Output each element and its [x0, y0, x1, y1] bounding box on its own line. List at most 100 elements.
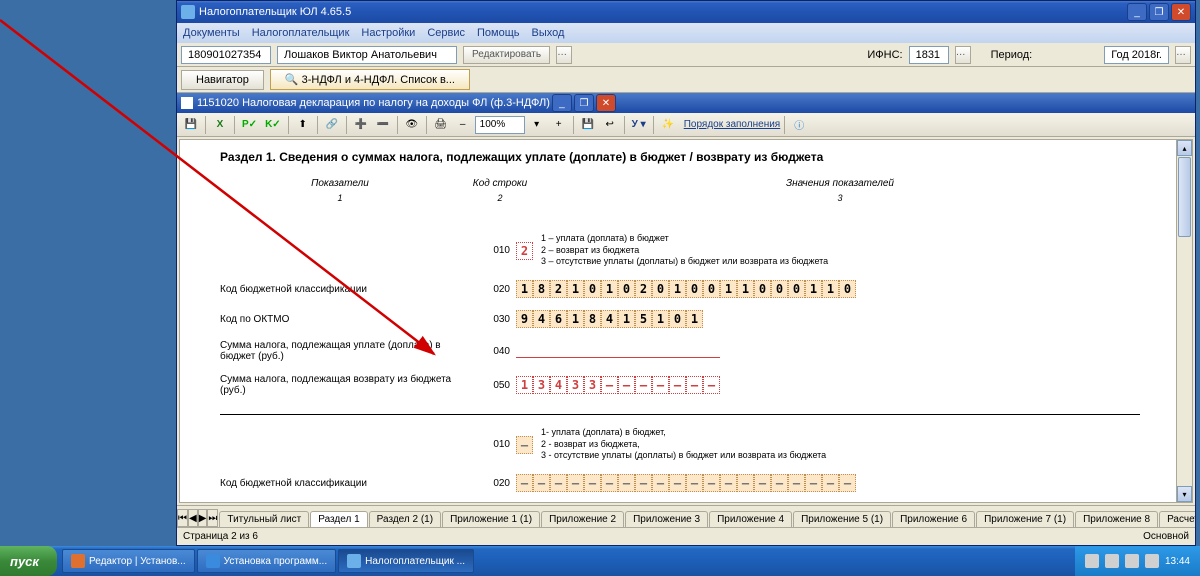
page-indicator: Страница 2 из 6	[183, 531, 258, 542]
row-legend: 1 – уплата (доплата) в бюджет2 – возврат…	[541, 233, 828, 268]
status-bar: Страница 2 из 6 Основной	[177, 527, 1195, 545]
page-tab[interactable]: Приложение 5 (1)	[793, 511, 891, 527]
doc-minimize[interactable]: _	[552, 94, 572, 112]
row-code: 020	[480, 284, 510, 295]
u-icon[interactable]: У ▾	[629, 115, 649, 135]
wand-icon[interactable]: ✨	[658, 115, 678, 135]
page-tab[interactable]: Приложение 1 (1)	[442, 511, 540, 527]
name-field: Лошаков Виктор Анатольевич	[277, 46, 457, 64]
menu-service[interactable]: Сервис	[427, 27, 465, 39]
page-tab[interactable]: Приложение 6	[892, 511, 975, 527]
fill-order-link[interactable]: Порядок заполнения	[684, 119, 781, 130]
excel-icon[interactable]: X	[210, 115, 230, 135]
doc-close[interactable]: ✕	[596, 94, 616, 112]
disk-icon[interactable]: 💾	[578, 115, 598, 135]
scroll-thumb[interactable]	[1178, 157, 1191, 237]
row-label: Код бюджетной классификации	[220, 478, 480, 489]
upload-icon[interactable]: ⬆	[293, 115, 313, 135]
row-code: 020	[480, 478, 510, 489]
taskbar-item-1[interactable]: Редактор | Установ...	[62, 549, 195, 573]
period-label: Период:	[991, 49, 1033, 61]
print-icon[interactable]: 🖨	[431, 115, 451, 135]
save-icon[interactable]: 💾	[181, 115, 201, 135]
row-code: 040	[480, 346, 510, 357]
zoom-out-icon[interactable]: –	[453, 115, 473, 135]
page-tab[interactable]: Приложение 7 (1)	[976, 511, 1074, 527]
doc-titlebar: 1151020 Налоговая декларация по налогу н…	[177, 93, 1195, 113]
row-label: Код бюджетной классификации	[220, 284, 480, 295]
page-tab[interactable]: Раздел 1	[310, 511, 367, 527]
start-button[interactable]: пуск	[0, 546, 57, 576]
tab-prev[interactable]: ◀	[188, 509, 198, 527]
menu-documents[interactable]: Документы	[183, 27, 240, 39]
close-button[interactable]: ✕	[1171, 3, 1191, 21]
navigator-tab[interactable]: Навигатор	[181, 70, 264, 90]
page-tab[interactable]: Расчет к прил.1	[1159, 511, 1195, 527]
more-button[interactable]: …	[556, 46, 572, 64]
tray-icon-4[interactable]	[1145, 554, 1159, 568]
menu-settings[interactable]: Настройки	[361, 27, 415, 39]
row-code: 030	[480, 314, 510, 325]
form-row: Код бюджетной классификации0201821010201…	[220, 280, 1140, 298]
taskbar-item-3[interactable]: Налогоплательщик ...	[338, 549, 474, 573]
list-tab[interactable]: 🔍 3-НДФЛ и 4-НДФЛ. Список в...	[270, 69, 470, 90]
form-row: Код по ОКТМО03094618415101	[220, 310, 1140, 328]
document-area: Раздел 1. Сведения о суммах налога, подл…	[179, 139, 1193, 503]
row-legend: 1- уплата (доплата) в бюджет,2 - возврат…	[541, 427, 826, 462]
tray-icon-3[interactable]	[1125, 554, 1139, 568]
page-tab[interactable]: Приложение 3	[625, 511, 708, 527]
menu-help[interactable]: Помощь	[477, 27, 520, 39]
row-code: 010	[480, 439, 510, 450]
tab-next[interactable]: ▶	[198, 509, 208, 527]
ifns-more[interactable]: …	[955, 46, 971, 64]
page-tab[interactable]: Раздел 2 (1)	[369, 511, 441, 527]
form-row: 01021 – уплата (доплата) в бюджет2 – воз…	[220, 233, 1140, 268]
chain-icon[interactable]: 🔗	[322, 115, 342, 135]
tray-icon-2[interactable]	[1105, 554, 1119, 568]
row-label: Сумма налога, подлежащая уплате (доплате…	[220, 340, 480, 362]
minus-page-icon[interactable]: ➖	[373, 115, 393, 135]
exit-icon[interactable]: ↩	[600, 115, 620, 135]
doc-maximize[interactable]: ❐	[574, 94, 594, 112]
p-check-icon[interactable]: P✓	[239, 115, 260, 135]
maximize-button[interactable]: ❐	[1149, 3, 1169, 21]
app-icon	[181, 5, 195, 19]
page-tab[interactable]: Приложение 4	[709, 511, 792, 527]
app-titlebar: Налогоплательщик ЮЛ 4.65.5 _ ❐ ✕	[177, 1, 1195, 23]
doc-toolbar: 💾 X P✓ K✓ ⬆ 🔗 ➕ ➖ 👁 🖨 – 100% ▾ + 💾 ↩ У ▾…	[177, 113, 1195, 137]
row-code: 050	[480, 380, 510, 391]
zoom-field[interactable]: 100%	[475, 116, 525, 134]
tray-icon-1[interactable]	[1085, 554, 1099, 568]
doc-icon	[181, 97, 193, 109]
k-check-icon[interactable]: K✓	[262, 115, 284, 135]
section-title: Раздел 1. Сведения о суммах налога, подл…	[220, 150, 1140, 164]
find-icon[interactable]: 👁	[402, 115, 422, 135]
year-field: Год 2018г.	[1104, 46, 1169, 64]
tab-first[interactable]: ⏮	[177, 509, 188, 527]
ifns-field: 1831	[909, 46, 949, 64]
plus-page-icon[interactable]: ➕	[351, 115, 371, 135]
app-title: Налогоплательщик ЮЛ 4.65.5	[199, 6, 351, 18]
row-code: 010	[480, 245, 510, 256]
year-more[interactable]: …	[1175, 46, 1191, 64]
scroll-up[interactable]: ▴	[1177, 140, 1192, 156]
page-tab[interactable]: Приложение 2	[541, 511, 624, 527]
info-row: 180901027354 Лошаков Виктор Анатольевич …	[177, 43, 1195, 67]
minimize-button[interactable]: _	[1127, 3, 1147, 21]
help-icon[interactable]: ⓘ	[789, 115, 809, 135]
page-tab[interactable]: Приложение 8	[1075, 511, 1158, 527]
tab-last[interactable]: ⏭	[207, 509, 218, 527]
form-row: Код бюджетной классификации020	[220, 474, 1140, 492]
menu-taxpayer[interactable]: Налогоплательщик	[252, 27, 350, 39]
vertical-scrollbar[interactable]: ▴ ▾	[1176, 140, 1192, 502]
scroll-down[interactable]: ▾	[1177, 486, 1192, 502]
menu-exit[interactable]: Выход	[532, 27, 565, 39]
form-row: 010 1- уплата (доплата) в бюджет,2 - возв…	[220, 427, 1140, 462]
page-tab[interactable]: Титульный лист	[219, 511, 309, 527]
zoom-dropdown[interactable]: ▾	[527, 115, 547, 135]
ifns-label: ИФНС:	[867, 49, 902, 61]
edit-button[interactable]: Редактировать	[463, 46, 550, 64]
taskbar-item-2[interactable]: Установка программ...	[197, 549, 336, 573]
system-tray[interactable]: 13:44	[1075, 546, 1200, 576]
zoom-in-icon[interactable]: +	[549, 115, 569, 135]
